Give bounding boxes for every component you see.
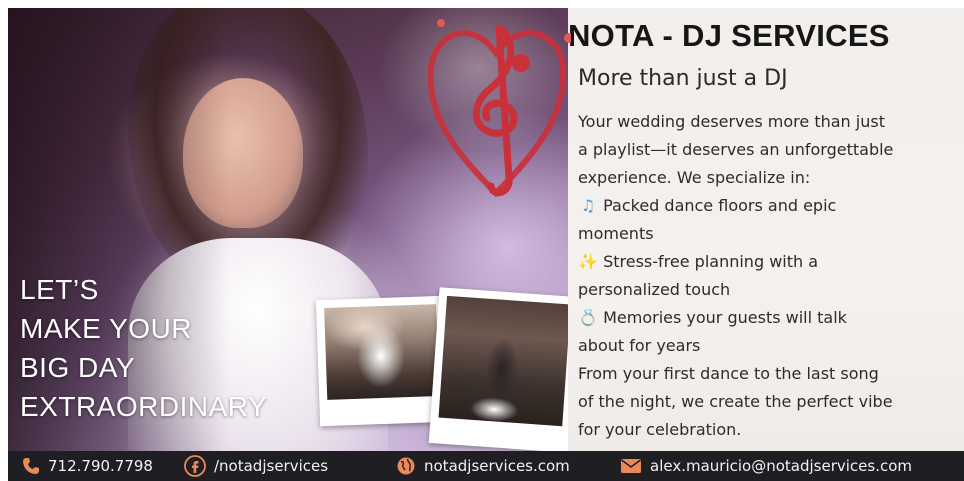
closing-line: of the night, we create the perfect vibe [578, 392, 893, 411]
bullet-item: ✨ Stress-free planning with a [578, 248, 963, 276]
bullet-item: 💍 Memories your guests will talk [578, 304, 963, 332]
ring-icon: 💍 [578, 308, 598, 327]
brand-subtitle: More than just a DJ [578, 66, 788, 91]
dance-photo [438, 295, 571, 427]
closing-line: From your first dance to the last song [578, 364, 879, 383]
facebook-handle: /notadjservices [214, 457, 329, 475]
tagline-line: EXTRAORDINARY [20, 391, 268, 422]
tagline: LET’S MAKE YOUR BIG DAY EXTRAORDINARY [20, 270, 350, 426]
description: Your wedding deserves more than just a p… [578, 108, 963, 444]
contact-email[interactable]: alex.mauricio@notadjservices.com [620, 455, 912, 477]
intro-line: a playlist—it deserves an unforgettable [578, 140, 894, 159]
musical-notes-icon: ♫ [580, 196, 596, 215]
intro-line: Your wedding deserves more than just [578, 112, 885, 131]
phone-icon [23, 458, 39, 474]
bullet-text: Memories your guests will talk [603, 308, 847, 327]
brand-title: NOTA - DJ SERVICES [568, 18, 890, 53]
tagline-line: LET’S [20, 274, 99, 305]
tagline-line: BIG DAY [20, 352, 136, 383]
promo-banner: LET’S MAKE YOUR BIG DAY EXTRAORDINARY NO… [8, 8, 964, 481]
closing-line: for your celebration. [578, 420, 742, 439]
bullet-continuation: about for years [578, 336, 701, 355]
contact-bar: 712.790.7798 /notadjservices notadjservi… [8, 451, 964, 481]
treble-clef-heart-logo [427, 19, 571, 198]
facebook-icon [184, 455, 206, 477]
email-address: alex.mauricio@notadjservices.com [650, 457, 913, 475]
info-panel: NOTA - DJ SERVICES More than just a DJ Y… [568, 8, 964, 451]
envelope-icon [621, 459, 641, 473]
tagline-line: MAKE YOUR [20, 313, 193, 344]
bullet-text: Packed dance floors and epic [603, 196, 837, 215]
contact-facebook[interactable]: /notadjservices [184, 455, 328, 477]
website-url: notadjservices.com [424, 457, 570, 475]
dance-photo [324, 304, 440, 400]
globe-icon [397, 457, 415, 475]
bullet-continuation: moments [578, 224, 654, 243]
bullet-continuation: personalized touch [578, 280, 731, 299]
polaroid-photo-dip [315, 295, 449, 427]
intro-line: experience. We specialize in: [578, 168, 811, 187]
polaroid-photo-first-dance [428, 287, 580, 453]
contact-website[interactable]: notadjservices.com [396, 455, 570, 477]
contact-phone[interactable]: 712.790.7798 [22, 455, 153, 477]
bullet-item: ♫ Packed dance floors and epic [578, 192, 963, 220]
bullet-text: Stress-free planning with a [603, 252, 819, 271]
phone-number: 712.790.7798 [48, 457, 153, 475]
sparkles-icon: ✨ [578, 252, 598, 271]
